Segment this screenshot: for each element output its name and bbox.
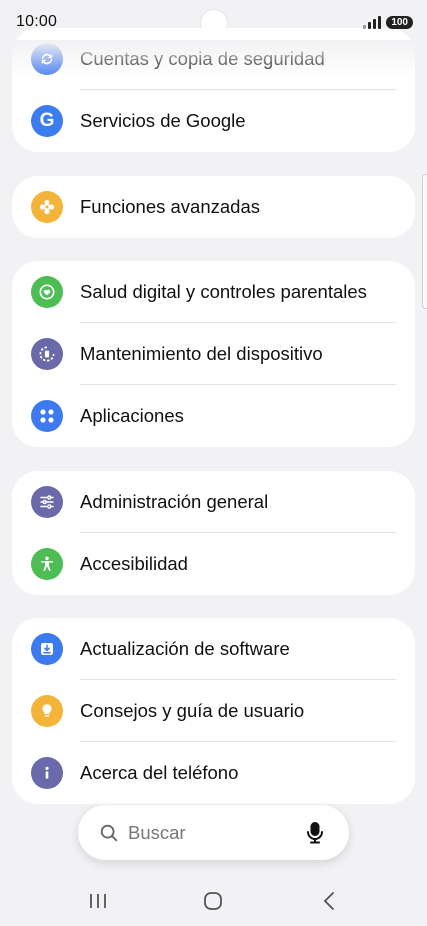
microphone-icon[interactable] [305,821,325,850]
settings-item-label: Accesibilidad [80,553,188,574]
settings-item-digital-wellbeing[interactable]: Salud digital y controles parentales [12,261,415,323]
settings-item-label: Salud digital y controles parentales [80,281,367,302]
home-icon [204,892,223,910]
settings-item-label: Administración general [80,491,269,512]
accessibility-icon [31,548,63,580]
settings-item-advanced-features[interactable]: Funciones avanzadas [12,176,415,238]
info-icon [31,757,63,789]
settings-group-advanced: Funciones avanzadas [12,176,415,238]
search-icon [100,824,118,841]
settings-group-general: Administración general Accesibilidad [12,471,415,595]
settings-item-google-services[interactable]: G Servicios de Google [12,90,415,152]
signal-icon [363,15,382,29]
settings-item-label: Consejos y guía de usuario [80,700,305,721]
battery-icon: 100 [386,15,413,29]
google-icon: G [31,105,63,137]
apps-grid-icon [31,400,63,432]
home-button[interactable] [193,881,233,921]
navigation-bar [0,876,427,926]
gear-flower-icon [31,191,63,223]
recent-apps-button[interactable] [78,881,118,921]
recent-apps-icon [89,894,106,908]
status-time: 10:00 [16,13,58,30]
lightbulb-icon [31,695,63,727]
software-update-icon [31,633,63,665]
settings-item-label: Servicios de Google [80,110,246,131]
settings-item-about-phone[interactable]: Acerca del teléfono [12,742,415,804]
settings-group-about: Actualización de software Consejos y guí… [12,618,415,804]
heart-circle-icon [31,276,63,308]
sync-icon [31,43,63,75]
settings-item-label: Acerca del teléfono [80,762,239,783]
settings-item-label: Funciones avanzadas [80,196,260,217]
settings-item-general-management[interactable]: Administración general [12,471,415,533]
search-placeholder: Buscar [128,821,186,843]
settings-group-accounts: Cuentas y copia de seguridad G Servicios… [12,28,415,152]
status-bar: 10:00 100 [0,0,427,44]
device-care-icon [31,338,63,370]
sliders-icon [31,486,63,518]
settings-item-accessibility[interactable]: Accesibilidad [12,533,415,595]
settings-item-apps[interactable]: Aplicaciones [12,385,415,447]
back-icon [323,892,335,910]
settings-item-label: Actualización de software [80,638,290,659]
settings-item-tips-user-guide[interactable]: Consejos y guía de usuario [12,680,415,742]
back-button[interactable] [309,881,349,921]
scrollbar[interactable] [422,174,427,309]
settings-group-device: Salud digital y controles parentales Man… [12,261,415,447]
settings-item-device-care[interactable]: Mantenimiento del dispositivo [12,323,415,385]
settings-item-label: Aplicaciones [80,405,184,426]
settings-item-label: Mantenimiento del dispositivo [80,343,323,364]
status-indicators: 100 [363,15,413,29]
settings-item-software-update[interactable]: Actualización de software [12,618,415,680]
search-bar[interactable]: Buscar [78,805,349,860]
settings-item-label: Cuentas y copia de seguridad [80,48,325,69]
